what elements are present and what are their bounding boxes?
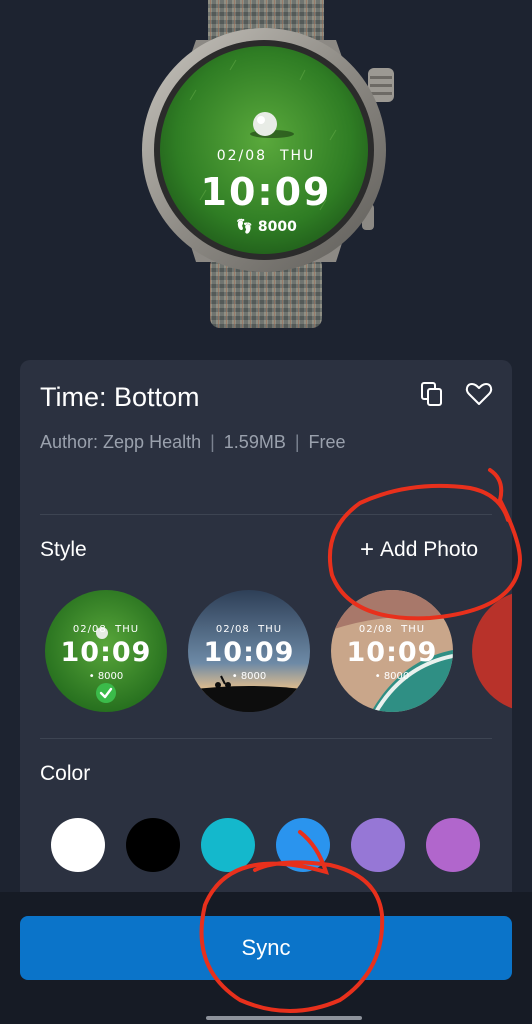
style-option-date: 02/08 THU bbox=[331, 624, 453, 635]
watch-steps: 8000 bbox=[257, 219, 297, 235]
selected-check-icon bbox=[96, 683, 116, 703]
footsteps-icon: • bbox=[88, 671, 98, 682]
style-date-text: 02/08 bbox=[72, 624, 107, 635]
watch-face-details-card: Time: Bottom Author: Zepp Health | 1.59MB |… bbox=[20, 360, 512, 920]
style-option-time: 10:09 bbox=[203, 637, 295, 668]
add-photo-button[interactable]: + Add Photo bbox=[360, 536, 478, 564]
watch-steps-row: 👣︎ 8000 bbox=[0, 219, 532, 235]
style-option-beach[interactable]: 02/08 THU 10:09 • 8000 bbox=[331, 590, 453, 712]
heart-outline-icon bbox=[465, 383, 493, 405]
style-steps-text: 8000 bbox=[97, 671, 124, 682]
color-swatch-blue[interactable] bbox=[276, 818, 330, 872]
sync-button[interactable]: Sync bbox=[20, 916, 512, 980]
style-date-text: 02/08 bbox=[358, 624, 393, 635]
plus-icon: + bbox=[360, 536, 375, 563]
style-option-grass[interactable]: 02/08 THU 10:09 • 8000 bbox=[45, 590, 167, 712]
style-weekday-text: THU bbox=[115, 624, 140, 635]
price-text: Free bbox=[308, 432, 346, 452]
meta-separator: | bbox=[210, 432, 215, 452]
style-section-title: Style bbox=[40, 538, 87, 561]
style-option-date: 02/08 THU bbox=[45, 624, 167, 635]
footsteps-icon: 👣︎ bbox=[235, 219, 253, 235]
footsteps-icon: • bbox=[374, 671, 381, 682]
home-indicator bbox=[206, 1016, 362, 1020]
watch-weekday: THU bbox=[279, 148, 316, 164]
style-option-sunset[interactable]: 02/08 THU 10:09 • 8000 bbox=[188, 590, 310, 712]
copy-button[interactable] bbox=[418, 380, 446, 408]
style-weekday-text: THU bbox=[401, 624, 426, 635]
style-option-partial[interactable] bbox=[472, 590, 512, 712]
watch-date-row: 02/08 THU bbox=[0, 148, 532, 164]
watch-face-meta: Author: Zepp Health | 1.59MB | Free bbox=[40, 432, 346, 453]
color-swatch-black[interactable] bbox=[126, 818, 180, 872]
footsteps-icon: • bbox=[231, 671, 238, 682]
style-option-steps: • 8000 bbox=[331, 671, 453, 682]
color-swatch-white[interactable] bbox=[51, 818, 105, 872]
watch-time: 10:09 bbox=[200, 170, 332, 214]
bottom-action-bar: Sync bbox=[0, 892, 532, 1024]
style-steps-text: 8000 bbox=[383, 671, 410, 682]
author-text: Author: Zepp Health bbox=[40, 432, 202, 452]
style-option-steps: • 8000 bbox=[188, 671, 310, 682]
size-text: 1.59MB bbox=[223, 432, 286, 452]
style-date-text: 02/08 bbox=[215, 624, 250, 635]
color-swatch-lavender[interactable] bbox=[351, 818, 405, 872]
section-divider bbox=[40, 738, 492, 739]
style-steps-text: 8000 bbox=[240, 671, 267, 682]
watch-face-title: Time: Bottom bbox=[40, 382, 200, 412]
style-option-time: 10:09 bbox=[60, 637, 152, 668]
watch-date: 02/08 bbox=[216, 148, 268, 164]
copy-icon bbox=[421, 382, 442, 406]
color-section-title: Color bbox=[40, 762, 91, 785]
favorite-button[interactable] bbox=[464, 380, 494, 408]
style-weekday-text: THU bbox=[258, 624, 283, 635]
color-swatch-purple[interactable] bbox=[426, 818, 480, 872]
style-option-steps: • 8000 bbox=[45, 671, 167, 682]
add-photo-label: Add Photo bbox=[380, 538, 479, 561]
color-swatch-cyan[interactable] bbox=[201, 818, 255, 872]
watch-preview: 02/08 THU 10:09 👣︎ 8000 bbox=[0, 0, 532, 340]
section-divider bbox=[40, 514, 492, 515]
meta-separator: | bbox=[294, 432, 300, 452]
style-option-time: 10:09 bbox=[346, 637, 438, 668]
style-option-date: 02/08 THU bbox=[188, 624, 310, 635]
